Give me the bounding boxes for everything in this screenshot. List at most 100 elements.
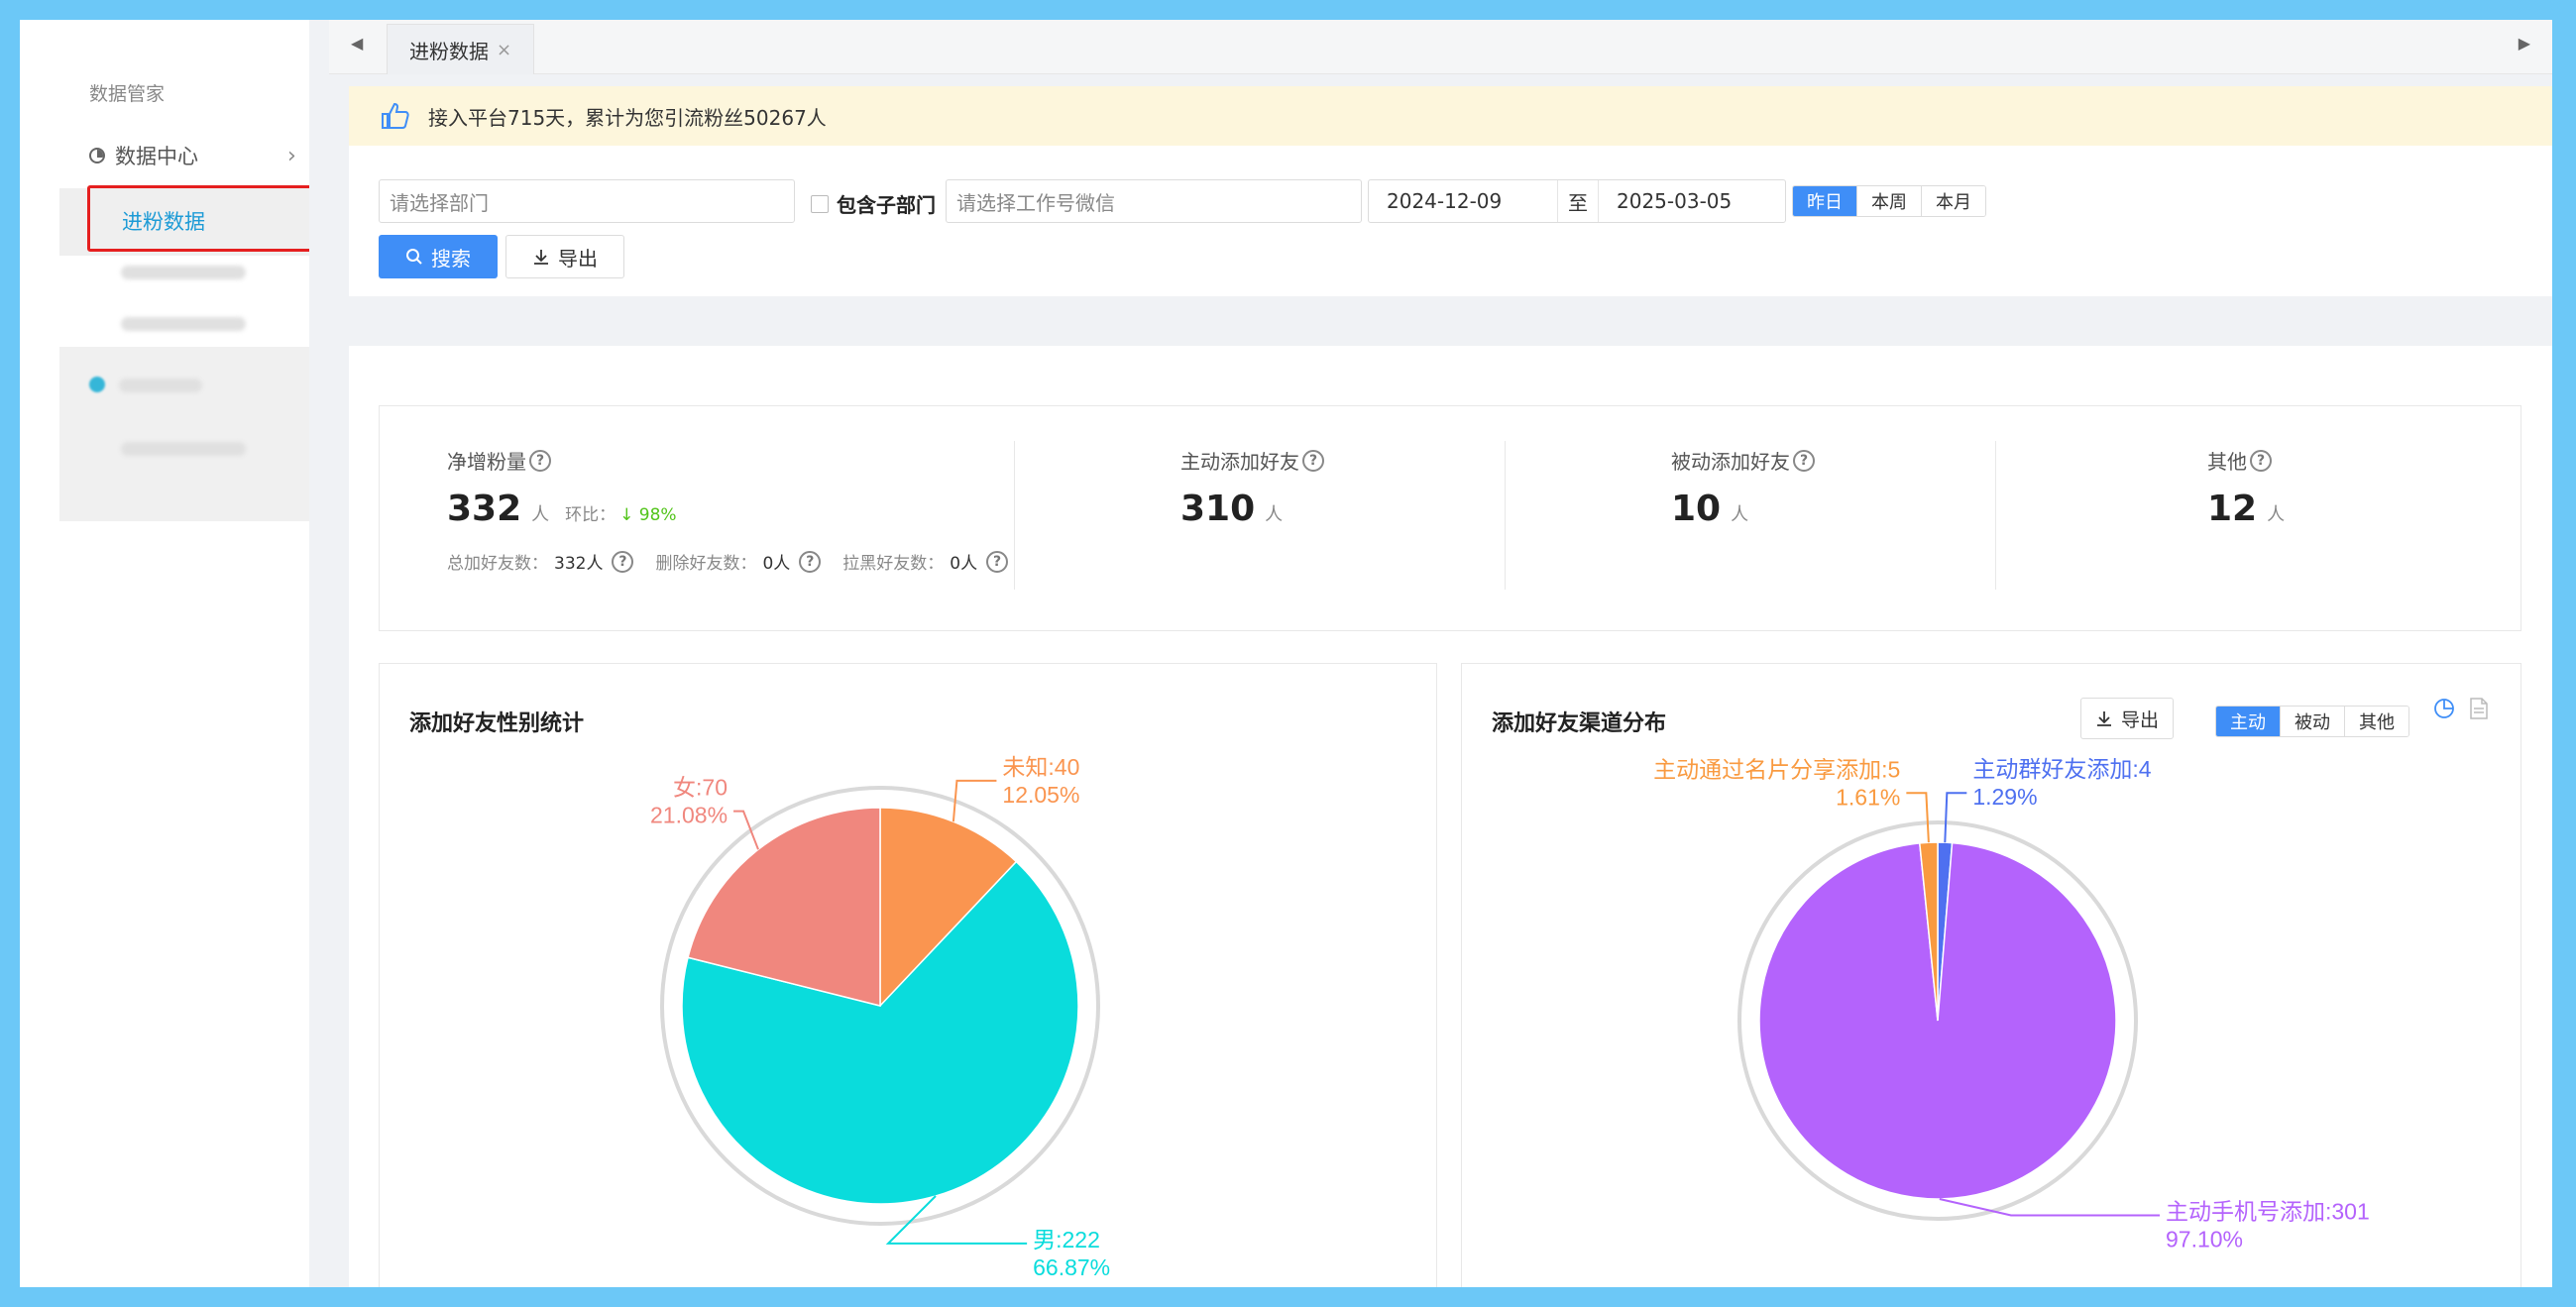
stat-unit: 人: [2267, 504, 2286, 525]
stat-label: 净增粉量: [447, 450, 526, 474]
deleted-value: 0人: [762, 554, 791, 574]
notice-text: 接入平台715天，累计为您引流粉丝50267人: [428, 105, 827, 130]
tab-fans-data[interactable]: 进粉数据 ×: [387, 24, 535, 74]
help-icon[interactable]: ?: [529, 449, 551, 472]
pie-chart-icon: [89, 148, 105, 163]
export-button[interactable]: 导出: [505, 235, 624, 278]
ring-value: ↓ 98%: [619, 505, 677, 525]
chevron-right-icon: ›: [287, 143, 296, 168]
total-added-label: 总加好友数：: [447, 554, 548, 574]
range-this-week[interactable]: 本周: [1857, 186, 1922, 216]
search-button-label: 搜索: [431, 246, 471, 271]
stat-unit: 人: [531, 504, 550, 525]
include-subdept-checkbox[interactable]: 包含子部门: [811, 189, 936, 218]
help-icon[interactable]: ?: [1793, 449, 1815, 472]
stat-passive-add: 被动添加好友? 10 人: [1671, 446, 1815, 529]
app-frame: 数据管家 数据中心 › 进粉数据 ◀ 进粉数据 × ▶ 接入平台715天，累计为…: [20, 20, 2552, 1287]
help-icon[interactable]: ?: [1302, 449, 1324, 472]
deleted-label: 删除好友数：: [655, 554, 757, 574]
stat-label: 其他: [2207, 450, 2247, 474]
stat-value: 310: [1180, 489, 1256, 529]
search-icon: [406, 249, 422, 265]
help-icon[interactable]: ?: [2250, 449, 2272, 472]
tab-scroll-left-icon[interactable]: ◀: [351, 34, 363, 53]
channel-pie-chart: 主动群好友添加:41.29% 主动手机号添加:30197.10% 主动通过名片分享添…: [1653, 756, 2370, 1253]
ring-label: 环比：: [565, 505, 616, 525]
gender-pie-chart: 未知:4012.05% 男:22266.87% 女:7021.08%: [650, 754, 1110, 1280]
range-this-month[interactable]: 本月: [1922, 186, 1985, 216]
pie-percent-label: 97.10%: [2166, 1227, 2243, 1253]
date-range-picker[interactable]: 2024-12-09 至 2025-03-05: [1368, 179, 1786, 223]
main-area: 接入平台715天，累计为您引流粉丝50267人 请选择部门 包含子部门 请选择工…: [329, 74, 2552, 1287]
pie-label-line: [1944, 792, 1967, 843]
blurred-sidebar-item[interactable]: [121, 266, 246, 279]
pie-label: 男:222: [1033, 1227, 1100, 1253]
stat-unit: 人: [1731, 504, 1749, 525]
close-icon[interactable]: ×: [497, 40, 511, 60]
blurred-sidebar-item[interactable]: [119, 379, 202, 392]
channel-chart-card: 添加好友渠道分布 导出 主动 被动 其他 主动群好友添加:4 1.29% 主动手机号…: [1461, 663, 2521, 1287]
tab-bar: ◀ 进粉数据 × ▶: [329, 20, 2552, 74]
pie-label-line: [1906, 792, 1930, 843]
stat-value: 12: [2207, 489, 2258, 529]
pie-percent-label: 12.05%: [1002, 782, 1079, 808]
download-icon: [534, 250, 548, 265]
sidebar: 数据管家 数据中心 › 进粉数据: [40, 40, 329, 1268]
pie-label: 主动群好友添加:4: [1972, 756, 2151, 782]
sidebar-group: [59, 347, 329, 521]
stats-panel: 净增粉量? 332 人 环比： ↓ 98% 总加好友数： 332人? 删除好友数：…: [379, 405, 2521, 631]
blurred-sidebar-item[interactable]: [121, 442, 246, 456]
help-icon[interactable]: ?: [799, 550, 822, 573]
search-button[interactable]: 搜索: [379, 235, 498, 278]
pie-label-line: [885, 1195, 1028, 1245]
content-panel: 净增粉量? 332 人 环比： ↓ 98% 总加好友数： 332人? 删除好友数：…: [349, 346, 2552, 1287]
gender-chart-card: 添加好友性别统计 未知:40 12.05% 男:222 66.87% 女:70 21.08…: [379, 663, 1437, 1287]
stat-value: 332: [447, 489, 522, 529]
quick-range-selector: 昨日 本周 本月: [1792, 185, 1986, 217]
blocked-value: 0人: [950, 554, 978, 574]
blocked-label: 拉黑好友数：: [842, 554, 945, 574]
department-placeholder: 请选择部门: [390, 190, 489, 215]
sidebar-item-active[interactable]: 进粉数据: [87, 185, 317, 252]
pie-label-line: [1939, 1198, 2161, 1217]
pie-label: 主动通过名片分享添加:5: [1653, 756, 1900, 782]
pie-label: 未知:40: [1002, 754, 1079, 780]
sidebar-divider: [309, 20, 329, 1287]
wechat-placeholder: 请选择工作号微信: [956, 190, 1115, 215]
date-start[interactable]: 2024-12-09: [1369, 189, 1557, 213]
notice-bar: 接入平台715天，累计为您引流粉丝50267人: [349, 86, 2552, 146]
sidebar-item-label: 进粉数据: [122, 210, 205, 234]
blurred-icon: [89, 377, 105, 392]
sidebar-item-label: 数据中心: [115, 145, 198, 168]
stat-divider: [1995, 441, 1996, 590]
department-select[interactable]: 请选择部门: [379, 179, 795, 223]
blurred-sidebar-item[interactable]: [121, 317, 246, 331]
help-icon[interactable]: ?: [612, 550, 634, 573]
stat-divider: [1505, 441, 1506, 590]
wechat-select[interactable]: 请选择工作号微信: [946, 179, 1362, 223]
checkbox-box[interactable]: [811, 194, 829, 213]
stat-divider: [1014, 441, 1015, 590]
pie-percent-label: 1.61%: [1836, 784, 1900, 810]
stat-value: 10: [1671, 489, 1722, 529]
checkbox-label: 包含子部门: [837, 193, 936, 217]
stat-label: 被动添加好友: [1671, 450, 1790, 474]
help-icon[interactable]: ?: [986, 550, 1009, 573]
pie-percent-label: 21.08%: [650, 803, 728, 828]
sidebar-title: 数据管家: [89, 83, 166, 105]
total-added-value: 332人: [554, 554, 604, 574]
range-yesterday[interactable]: 昨日: [1793, 186, 1857, 216]
stat-net-increase: 净增粉量? 332 人 环比： ↓ 98% 总加好友数： 332人? 删除好友数：…: [447, 446, 1009, 574]
tab-scroll-right-icon[interactable]: ▶: [2519, 34, 2530, 53]
tab-label: 进粉数据: [409, 39, 489, 63]
pie-label: 主动手机号添加:301: [2166, 1199, 2370, 1225]
stat-active-add: 主动添加好友? 310 人: [1180, 446, 1324, 529]
filter-panel: 请选择部门 包含子部门 请选择工作号微信 2024-12-09 至 2025-0…: [349, 146, 2552, 296]
pie-label: 女:70: [673, 775, 728, 801]
pie-percent-label: 66.87%: [1033, 1254, 1110, 1280]
date-end[interactable]: 2025-03-05: [1599, 189, 1749, 213]
date-separator: 至: [1557, 180, 1599, 222]
sidebar-item-data-center[interactable]: 数据中心 ›: [89, 141, 296, 170]
stat-other: 其他? 12 人: [2207, 446, 2285, 529]
export-button-label: 导出: [558, 246, 598, 271]
